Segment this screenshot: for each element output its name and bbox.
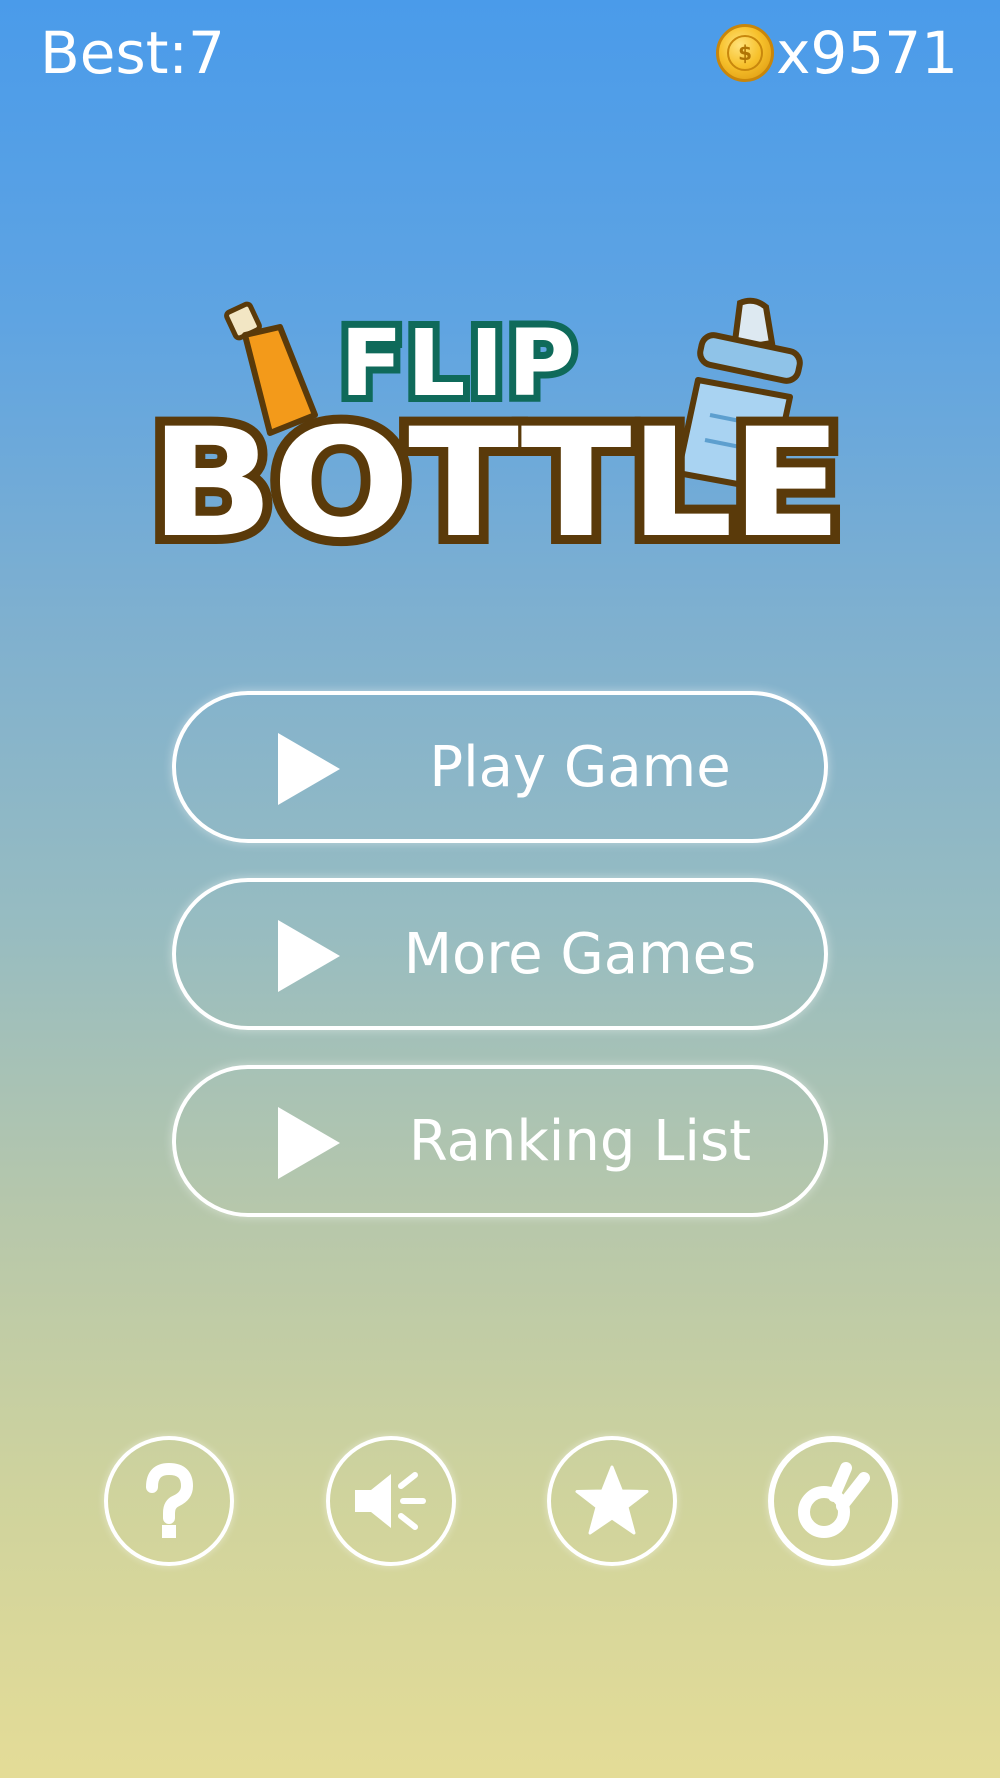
brand-icon xyxy=(798,1462,870,1538)
play-icon xyxy=(278,1107,340,1179)
ranking-list-label: Ranking List xyxy=(408,1108,752,1174)
sound-button[interactable] xyxy=(326,1436,456,1566)
coin-count: x9571 xyxy=(776,19,958,87)
play-icon xyxy=(278,920,340,992)
coin-counter: $ x9571 xyxy=(716,18,958,88)
coin-icon: $ xyxy=(716,24,775,82)
star-icon xyxy=(575,1465,649,1535)
best-score: Best:7 xyxy=(40,19,225,87)
play-game-label: Play Game xyxy=(429,734,731,800)
more-games-button[interactable]: More Games xyxy=(172,878,828,1030)
game-menu-screen: Best:7 $ x9571 FLIP BOTTLE Play Game Mor xyxy=(0,0,1000,1778)
question-icon xyxy=(146,1462,194,1538)
rate-button[interactable] xyxy=(547,1436,677,1566)
brand-button[interactable] xyxy=(768,1436,898,1566)
more-games-label: More Games xyxy=(403,921,757,987)
logo-line2: BOTTLE xyxy=(150,397,840,571)
play-game-button[interactable]: Play Game xyxy=(172,691,828,843)
coin-symbol: $ xyxy=(727,35,764,71)
play-icon xyxy=(278,733,340,805)
ranking-list-button[interactable]: Ranking List xyxy=(172,1065,828,1217)
speaker-icon xyxy=(355,1472,426,1530)
game-logo: FLIP BOTTLE xyxy=(141,297,851,580)
help-button[interactable] xyxy=(104,1436,234,1566)
